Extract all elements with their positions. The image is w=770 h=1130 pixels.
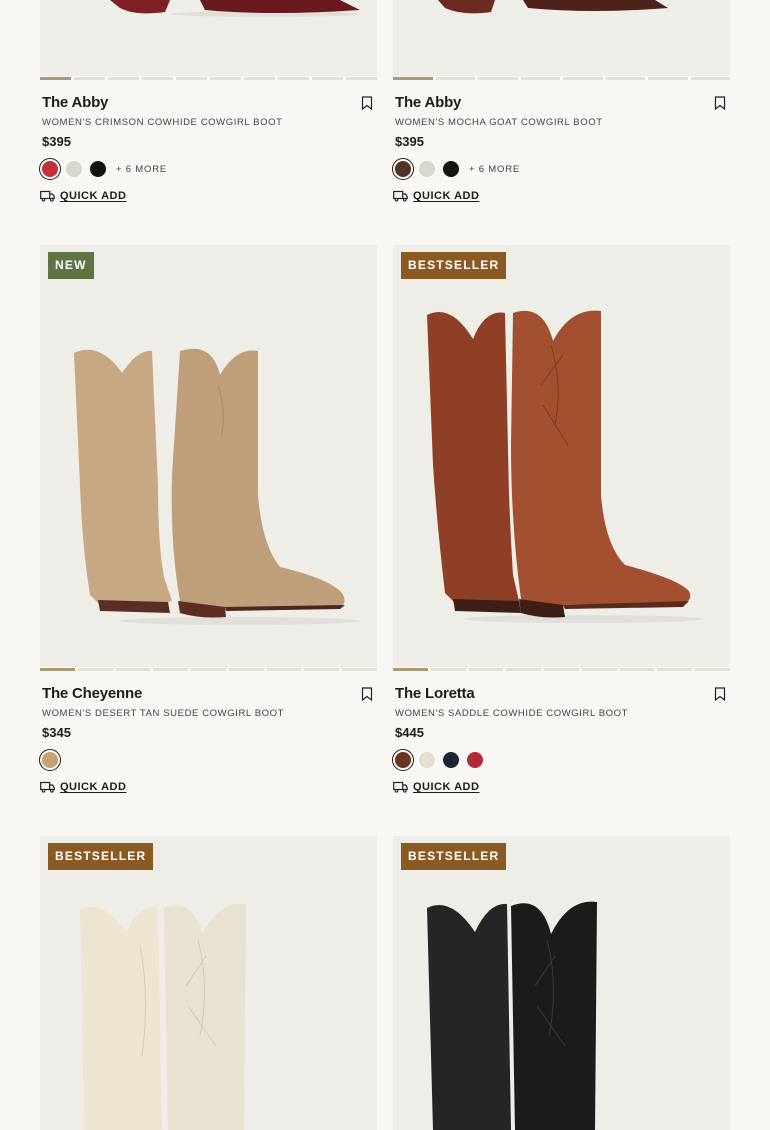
boot-photo <box>110 0 360 17</box>
product-price: $345 <box>42 725 71 740</box>
product-description: WOMEN'S CRIMSON COWHIDE COWGIRL BOOT <box>42 117 283 128</box>
more-colors-link[interactable]: + 6 MORE <box>469 164 520 175</box>
boot-photo <box>74 348 360 625</box>
quick-add-button[interactable]: QUICK ADD <box>393 781 479 793</box>
quick-add-label: QUICK ADD <box>60 190 127 202</box>
badge-new: NEW <box>48 252 94 279</box>
color-swatch[interactable] <box>467 752 483 768</box>
color-swatch[interactable] <box>443 752 459 768</box>
color-swatch[interactable] <box>66 161 82 177</box>
bookmark-icon[interactable] <box>361 96 373 110</box>
product-card[interactable]: NEW The Cheyenne WOMEN'S DESERT TAN SUED… <box>39 245 378 805</box>
color-swatch[interactable] <box>443 161 459 177</box>
product-name[interactable]: The Abby <box>42 94 108 111</box>
quick-add-label: QUICK ADD <box>413 781 480 793</box>
quick-add-label: QUICK ADD <box>60 781 127 793</box>
color-swatches: + 6 MORE <box>392 158 520 180</box>
color-swatch[interactable] <box>39 749 61 771</box>
truck-icon <box>40 781 55 793</box>
carousel-indicator[interactable] <box>393 668 731 671</box>
product-image[interactable] <box>40 0 377 76</box>
color-swatches <box>392 749 483 771</box>
quick-add-button[interactable]: QUICK ADD <box>40 781 126 793</box>
more-colors-link[interactable]: + 6 MORE <box>116 164 167 175</box>
color-swatch[interactable] <box>419 752 435 768</box>
badge-bestseller: BESTSELLER <box>401 843 507 870</box>
product-name[interactable]: The Loretta <box>395 685 475 702</box>
quick-add-label: QUICK ADD <box>413 190 480 202</box>
truck-icon <box>393 190 408 202</box>
bookmark-icon[interactable] <box>714 687 726 701</box>
product-image[interactable]: NEW <box>40 245 377 667</box>
color-swatches: + 6 MORE <box>39 158 167 180</box>
product-name[interactable]: The Abby <box>395 94 461 111</box>
product-price: $395 <box>395 134 424 149</box>
bookmark-icon[interactable] <box>714 96 726 110</box>
carousel-indicator[interactable] <box>393 77 730 80</box>
product-description: WOMEN'S MOCHA GOAT COWGIRL BOOT <box>395 117 603 128</box>
product-image[interactable]: BESTSELLER <box>40 836 377 1130</box>
product-price: $445 <box>395 725 424 740</box>
product-card[interactable]: BESTSELLER The Loretta WOMEN'S SADDLE CO… <box>392 245 731 805</box>
badge-bestseller: BESTSELLER <box>48 843 154 870</box>
color-swatches <box>39 749 61 771</box>
bookmark-icon[interactable] <box>361 687 373 701</box>
color-swatch[interactable] <box>392 749 414 771</box>
product-description: WOMEN'S DESERT TAN SUEDE COWGIRL BOOT <box>42 708 285 719</box>
badge-bestseller: BESTSELLER <box>401 252 507 279</box>
product-card[interactable]: BESTSELLER <box>40 836 377 1130</box>
product-description: WOMEN'S SADDLE COWHIDE COWGIRL BOOT <box>395 708 629 719</box>
product-name[interactable]: The Cheyenne <box>42 685 142 702</box>
boot-photo <box>427 901 597 1130</box>
truck-icon <box>40 190 55 202</box>
color-swatch[interactable] <box>90 161 106 177</box>
truck-icon <box>393 781 408 793</box>
color-swatch[interactable] <box>392 158 414 180</box>
product-image[interactable] <box>393 0 730 76</box>
carousel-indicator[interactable] <box>40 668 378 671</box>
color-swatch[interactable] <box>419 161 435 177</box>
product-card[interactable]: BESTSELLER <box>393 836 730 1130</box>
boot-photo <box>80 903 246 1130</box>
color-swatch[interactable] <box>39 158 61 180</box>
product-image[interactable]: BESTSELLER <box>393 836 730 1130</box>
product-card[interactable]: The Abby WOMEN'S CRIMSON COWHIDE COWGIRL… <box>39 0 377 215</box>
product-price: $395 <box>42 134 71 149</box>
product-card[interactable]: The Abby WOMEN'S MOCHA GOAT COWGIRL BOOT… <box>392 0 730 215</box>
carousel-indicator[interactable] <box>40 77 377 80</box>
quick-add-button[interactable]: QUICK ADD <box>40 190 126 202</box>
quick-add-button[interactable]: QUICK ADD <box>393 190 479 202</box>
product-image[interactable]: BESTSELLER <box>393 245 730 667</box>
boot-photo <box>438 0 668 14</box>
boot-photo <box>427 310 703 623</box>
